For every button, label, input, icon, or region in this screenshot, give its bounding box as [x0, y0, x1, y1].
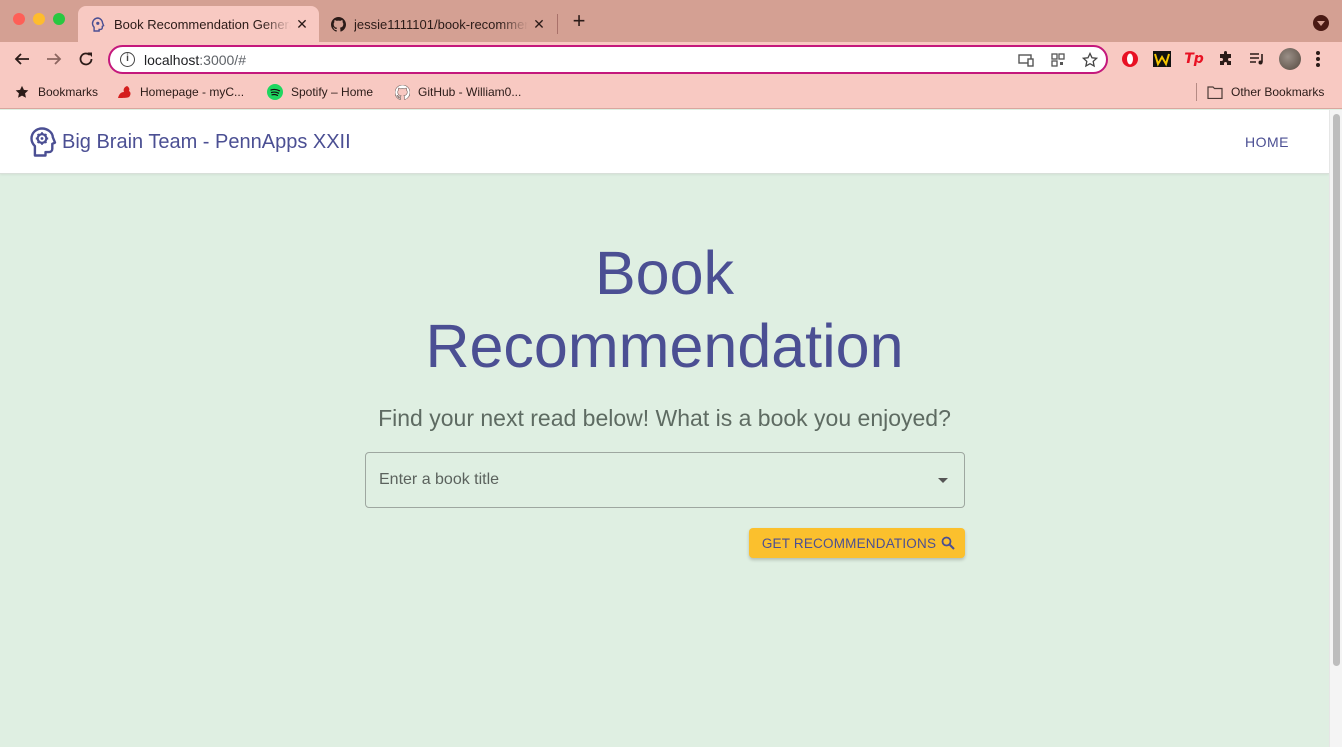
- bookmarks-separator: [1196, 83, 1197, 101]
- star-icon: [14, 84, 30, 100]
- close-icon[interactable]: ✕: [291, 16, 313, 33]
- tab-title: Book Recommendation Generator: [114, 16, 291, 32]
- bookmarks-bar: Bookmarks Homepage - myC... Spotify – Ho…: [0, 76, 1342, 109]
- new-tab-button[interactable]: +: [568, 10, 590, 32]
- squirrel-icon: [116, 84, 132, 100]
- close-icon[interactable]: ✕: [528, 16, 550, 33]
- bookmark-label: GitHub - William0...: [418, 85, 522, 99]
- folder-icon: [1207, 84, 1223, 100]
- book-title-placeholder: Enter a book title: [379, 471, 500, 488]
- reload-icon[interactable]: [74, 47, 98, 71]
- other-bookmarks-label: Other Bookmarks: [1231, 85, 1325, 99]
- search-icon: [939, 534, 957, 552]
- opera-extension-icon[interactable]: [1120, 49, 1140, 69]
- brand[interactable]: Big Brain Team - PennApps XXII: [28, 126, 351, 158]
- page-title-line-2: Recommendation: [425, 312, 904, 380]
- close-window-button[interactable]: [13, 13, 25, 25]
- reading-list-icon[interactable]: [1247, 49, 1267, 69]
- back-icon[interactable]: [10, 47, 34, 71]
- qr-code-icon[interactable]: [1050, 52, 1066, 68]
- browser-menu-icon[interactable]: [1316, 49, 1320, 69]
- app-bar: Big Brain Team - PennApps XXII HOME: [0, 110, 1329, 174]
- profile-avatar[interactable]: [1279, 48, 1301, 70]
- spotify-icon: [267, 84, 283, 100]
- w-extension-icon[interactable]: [1152, 49, 1172, 69]
- site-info-icon[interactable]: i: [120, 52, 135, 67]
- tab-github-repo[interactable]: jessie1111101/book-recommendation ✕: [320, 6, 556, 42]
- github-icon: [330, 16, 346, 32]
- book-title-select[interactable]: Enter a book title: [365, 452, 965, 508]
- brain-icon: [90, 16, 106, 32]
- page-subtitle: Find your next read below! What is a boo…: [378, 405, 951, 431]
- url-text: localhost:3000/#: [144, 52, 246, 68]
- bookmark-label: Homepage - myC...: [140, 85, 245, 99]
- tab-title: jessie1111101/book-recommendation: [354, 16, 528, 32]
- brand-name: Big Brain Team - PennApps XXII: [62, 130, 351, 153]
- bookmark-github[interactable]: GitHub - William0...: [394, 83, 521, 101]
- other-bookmarks[interactable]: Other Bookmarks: [1207, 83, 1324, 101]
- browser-toolbar: i localhost:3000/# Tp: [0, 42, 1342, 76]
- tab-search-icon[interactable]: [1313, 15, 1329, 31]
- extensions-puzzle-icon[interactable]: [1216, 49, 1236, 69]
- scrollbar-thumb[interactable]: [1333, 114, 1340, 666]
- tab-strip: Book Recommendation Generator ✕ jessie11…: [0, 0, 1342, 42]
- get-recommendations-button[interactable]: GET RECOMMENDATIONS: [749, 528, 965, 558]
- web-page: Big Brain Team - PennApps XXII HOME Book…: [0, 110, 1329, 747]
- star-icon[interactable]: [1082, 52, 1098, 68]
- page-scrollbar[interactable]: [1329, 110, 1342, 747]
- get-recommendations-label: GET RECOMMENDATIONS: [761, 535, 937, 551]
- brain-icon: [30, 127, 57, 157]
- address-bar[interactable]: i localhost:3000/#: [108, 45, 1108, 74]
- page-title-line-1: Book: [594, 239, 735, 307]
- url-host: localhost: [144, 52, 200, 68]
- url-path: :3000/#: [199, 52, 246, 68]
- chevron-down-icon[interactable]: [938, 478, 948, 483]
- tab-book-recommendation[interactable]: Book Recommendation Generator ✕: [78, 6, 319, 42]
- cast-icon[interactable]: [1018, 52, 1034, 68]
- forward-icon[interactable]: [42, 47, 66, 71]
- tp-icon-glyph: Tp: [1184, 51, 1204, 67]
- tab-separator: [557, 14, 558, 34]
- bookmark-label: Spotify – Home: [291, 85, 374, 99]
- github-icon: [394, 84, 410, 100]
- minimize-window-button[interactable]: [33, 13, 45, 25]
- tp-extension-icon[interactable]: Tp: [1184, 49, 1204, 69]
- bookmark-spotify[interactable]: Spotify – Home: [267, 83, 373, 101]
- zoom-window-button[interactable]: [53, 13, 65, 25]
- bookmark-label: Bookmarks: [38, 85, 99, 99]
- bookmark-bookmarks[interactable]: Bookmarks: [14, 83, 98, 101]
- bookmark-homepage[interactable]: Homepage - myC...: [116, 83, 244, 101]
- nav-home-link[interactable]: HOME: [1245, 134, 1289, 150]
